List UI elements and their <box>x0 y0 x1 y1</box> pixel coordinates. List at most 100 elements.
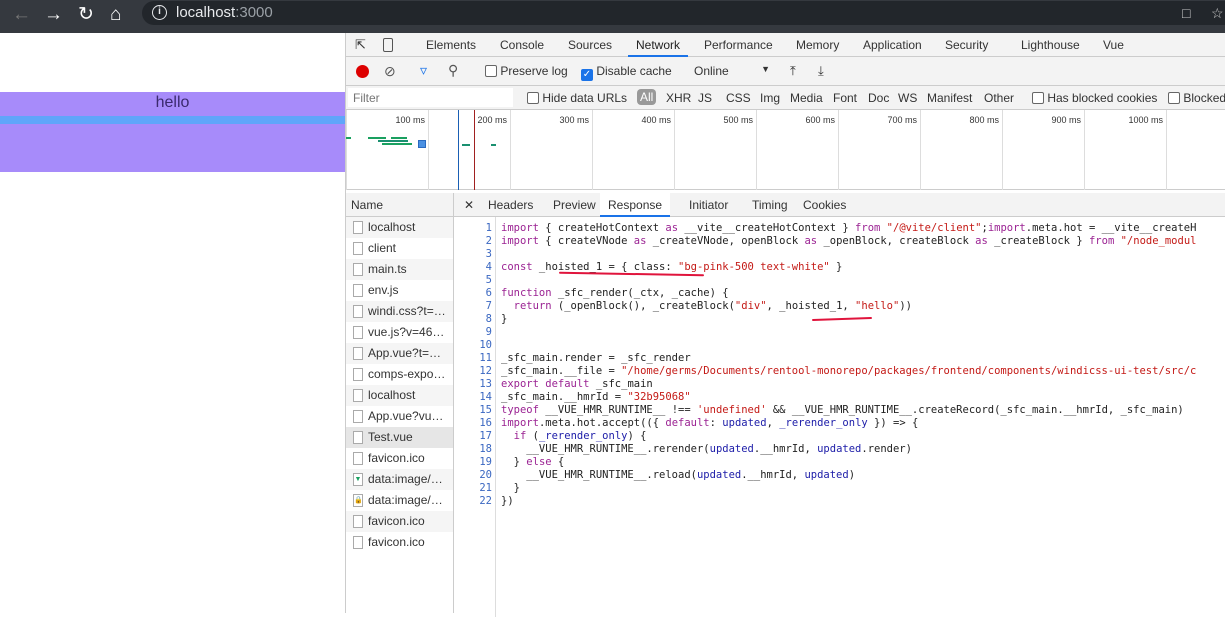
search-icon[interactable]: ⚲ <box>448 62 458 79</box>
code-token: "32b95068" <box>627 391 691 403</box>
response-source[interactable]: 1 2 3 4 5 6 7 8 9 10 11 12 13 14 15 16 17 18 19 20 21 22 impo… <box>454 217 1225 617</box>
waterfall-bar <box>391 137 407 139</box>
code-line: }) <box>501 495 1196 508</box>
file-icon <box>353 452 363 465</box>
detail-tab-response[interactable]: Response <box>600 193 671 217</box>
request-row[interactable]: Test.vue <box>346 427 453 448</box>
code-token: if <box>513 430 527 442</box>
network-overview[interactable]: 100 ms 200 ms 300 ms 400 ms 500 ms 600 ms 700 … <box>346 110 1225 190</box>
request-row[interactable]: main.ts <box>346 259 453 280</box>
hide-data-urls-checkbox[interactable]: Hide data URLs <box>527 91 627 105</box>
filter-type-font[interactable]: Font <box>833 91 857 105</box>
timeline-tick: 1000 ms <box>1084 110 1166 190</box>
file-icon <box>353 389 363 402</box>
filter-type-js[interactable]: JS <box>698 91 712 105</box>
filter-type-manifest[interactable]: Manifest <box>927 91 972 105</box>
clear-icon[interactable]: ⊘ <box>384 63 396 80</box>
has-blocked-cookies-checkbox[interactable]: Has blocked cookies <box>1032 91 1157 105</box>
code-token: _createBlock } <box>987 235 1089 247</box>
code-line: import { createVNode as _createVNode, op… <box>501 235 1196 248</box>
code-token: _sfc_main.render = _sfc_render <box>501 352 691 364</box>
line-number: 16 <box>479 417 492 429</box>
timeline-tick-label: 600 ms <box>805 115 835 125</box>
tab-memory[interactable]: Memory <box>796 33 839 57</box>
blocked-requests-checkbox[interactable]: Blocked <box>1168 91 1225 105</box>
request-row[interactable]: favicon.ico <box>346 511 453 532</box>
disable-cache-checkbox[interactable]: ✓ Disable cache <box>581 64 672 81</box>
detail-tab-timing[interactable]: Timing <box>752 193 788 217</box>
detail-tab-cookies[interactable]: Cookies <box>803 193 846 217</box>
code-token: _hoisted_1 = { class: <box>532 261 679 273</box>
info-icon[interactable]: i <box>152 5 167 20</box>
tab-application[interactable]: Application <box>863 33 922 57</box>
code-token: import <box>501 222 539 234</box>
tab-elements[interactable]: Elements <box>426 33 476 57</box>
address-bar[interactable]: i localhost:3000 <box>142 1 1225 25</box>
code-token: "div" <box>734 300 767 312</box>
code-token: .meta.hot.accept(({ <box>538 417 666 429</box>
request-row[interactable]: comps-expo… <box>346 364 453 385</box>
tab-performance[interactable]: Performance <box>704 33 773 57</box>
request-row[interactable]: App.vue?t=… <box>346 343 453 364</box>
reload-icon[interactable]: ↻ <box>78 4 94 26</box>
filter-type-all[interactable]: All <box>637 89 657 105</box>
request-row[interactable]: vue.js?v=46… <box>346 322 453 343</box>
tab-console[interactable]: Console <box>500 33 544 57</box>
tab-security[interactable]: Security <box>945 33 988 57</box>
throttle-select[interactable]: Online ▼ <box>694 64 770 78</box>
filter-icon[interactable]: ▿ <box>420 62 427 79</box>
tab-lighthouse[interactable]: Lighthouse <box>1021 33 1080 57</box>
filter-type-xhr[interactable]: XHR <box>666 91 691 105</box>
request-row[interactable]: client <box>346 238 453 259</box>
forward-icon[interactable]: → <box>44 4 63 26</box>
request-name: Test.vue <box>368 430 413 444</box>
code-token: { createHotContext <box>538 222 666 234</box>
code-token: _sfc_main <box>589 378 653 390</box>
request-name: localhost <box>368 388 416 402</box>
timeline-tick-label: 900 ms <box>1051 115 1081 125</box>
request-row[interactable]: localhost <box>346 385 453 406</box>
request-row[interactable]: App.vue?vu… <box>346 406 453 427</box>
request-name: data:image/… <box>368 472 443 486</box>
close-details-icon[interactable]: ✕ <box>464 193 474 217</box>
filter-input[interactable] <box>348 88 513 107</box>
request-row[interactable]: windi.css?t=… <box>346 301 453 322</box>
import-har-icon[interactable]: ⤒ <box>790 63 796 79</box>
code-token: ) { <box>627 430 647 442</box>
request-row[interactable]: localhost <box>346 217 453 238</box>
filter-type-other[interactable]: Other <box>984 91 1014 105</box>
preserve-log-checkbox[interactable]: Preserve log <box>485 64 568 78</box>
code-token: }) <box>501 495 514 507</box>
request-row[interactable]: favicon.ico <box>346 448 453 469</box>
detail-tab-headers[interactable]: Headers <box>488 193 533 217</box>
request-row[interactable]: env.js <box>346 280 453 301</box>
request-row[interactable]: favicon.ico <box>346 532 453 553</box>
back-icon[interactable]: ← <box>12 4 31 26</box>
request-row[interactable]: ▼ data:image/… <box>346 469 453 490</box>
inspect-icon[interactable]: ⇱ <box>355 37 366 53</box>
tab-vue[interactable]: Vue <box>1103 33 1124 57</box>
filter-type-img[interactable]: Img <box>760 91 780 105</box>
filter-type-ws[interactable]: WS <box>898 91 917 105</box>
device-toolbar-icon[interactable] <box>383 38 393 52</box>
tab-network[interactable]: Network <box>628 33 689 57</box>
record-icon[interactable] <box>356 65 369 78</box>
home-icon[interactable]: ⌂ <box>110 4 121 26</box>
tab-sources[interactable]: Sources <box>568 33 612 57</box>
star-icon[interactable]: ☆ <box>1211 5 1224 22</box>
timeline-tick-label: 200 ms <box>477 115 507 125</box>
filter-type-css[interactable]: CSS <box>726 91 751 105</box>
file-icon <box>353 410 363 423</box>
timeline-tick: 600 ms <box>756 110 838 190</box>
translate-icon[interactable]: □ <box>1182 5 1190 21</box>
request-row[interactable]: 🔒 data:image/… <box>346 490 453 511</box>
waterfall-bar <box>491 144 496 146</box>
detail-tab-preview[interactable]: Preview <box>553 193 596 217</box>
name-column-header[interactable]: Name <box>346 193 453 217</box>
filter-type-media[interactable]: Media <box>790 91 823 105</box>
detail-tab-initiator[interactable]: Initiator <box>689 193 728 217</box>
request-name: localhost <box>368 220 416 234</box>
code-token: else <box>526 456 552 468</box>
filter-type-doc[interactable]: Doc <box>868 91 889 105</box>
export-har-icon[interactable]: ⤓ <box>818 63 824 79</box>
